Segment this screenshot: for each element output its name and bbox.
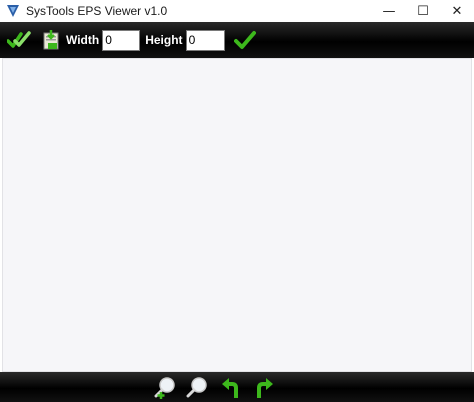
width-input[interactable] xyxy=(102,29,141,51)
width-label: Width xyxy=(66,33,100,47)
rotate-left-icon[interactable] xyxy=(220,376,242,400)
check-icon[interactable] xyxy=(233,30,256,50)
bottom-toolbar xyxy=(0,372,474,402)
toolbar: Width Height xyxy=(0,22,474,58)
title-bar: SysTools EPS Viewer v1.0 — ☐ ✕ xyxy=(0,0,474,22)
zoom-in-icon[interactable] xyxy=(154,376,178,400)
close-button[interactable]: ✕ xyxy=(440,0,474,22)
rotate-right-icon[interactable] xyxy=(253,376,275,400)
height-input[interactable] xyxy=(185,29,225,51)
height-label: Height xyxy=(145,33,183,47)
minimize-button[interactable]: — xyxy=(372,0,406,22)
zoom-out-icon[interactable] xyxy=(186,376,210,400)
save-document-icon[interactable] xyxy=(40,29,62,51)
window-title: SysTools EPS Viewer v1.0 xyxy=(26,4,168,18)
double-check-icon[interactable] xyxy=(6,30,32,50)
app-logo-icon xyxy=(6,4,20,18)
viewer-canvas[interactable] xyxy=(2,58,472,372)
window-controls: — ☐ ✕ xyxy=(372,0,474,22)
maximize-button[interactable]: ☐ xyxy=(406,0,440,22)
